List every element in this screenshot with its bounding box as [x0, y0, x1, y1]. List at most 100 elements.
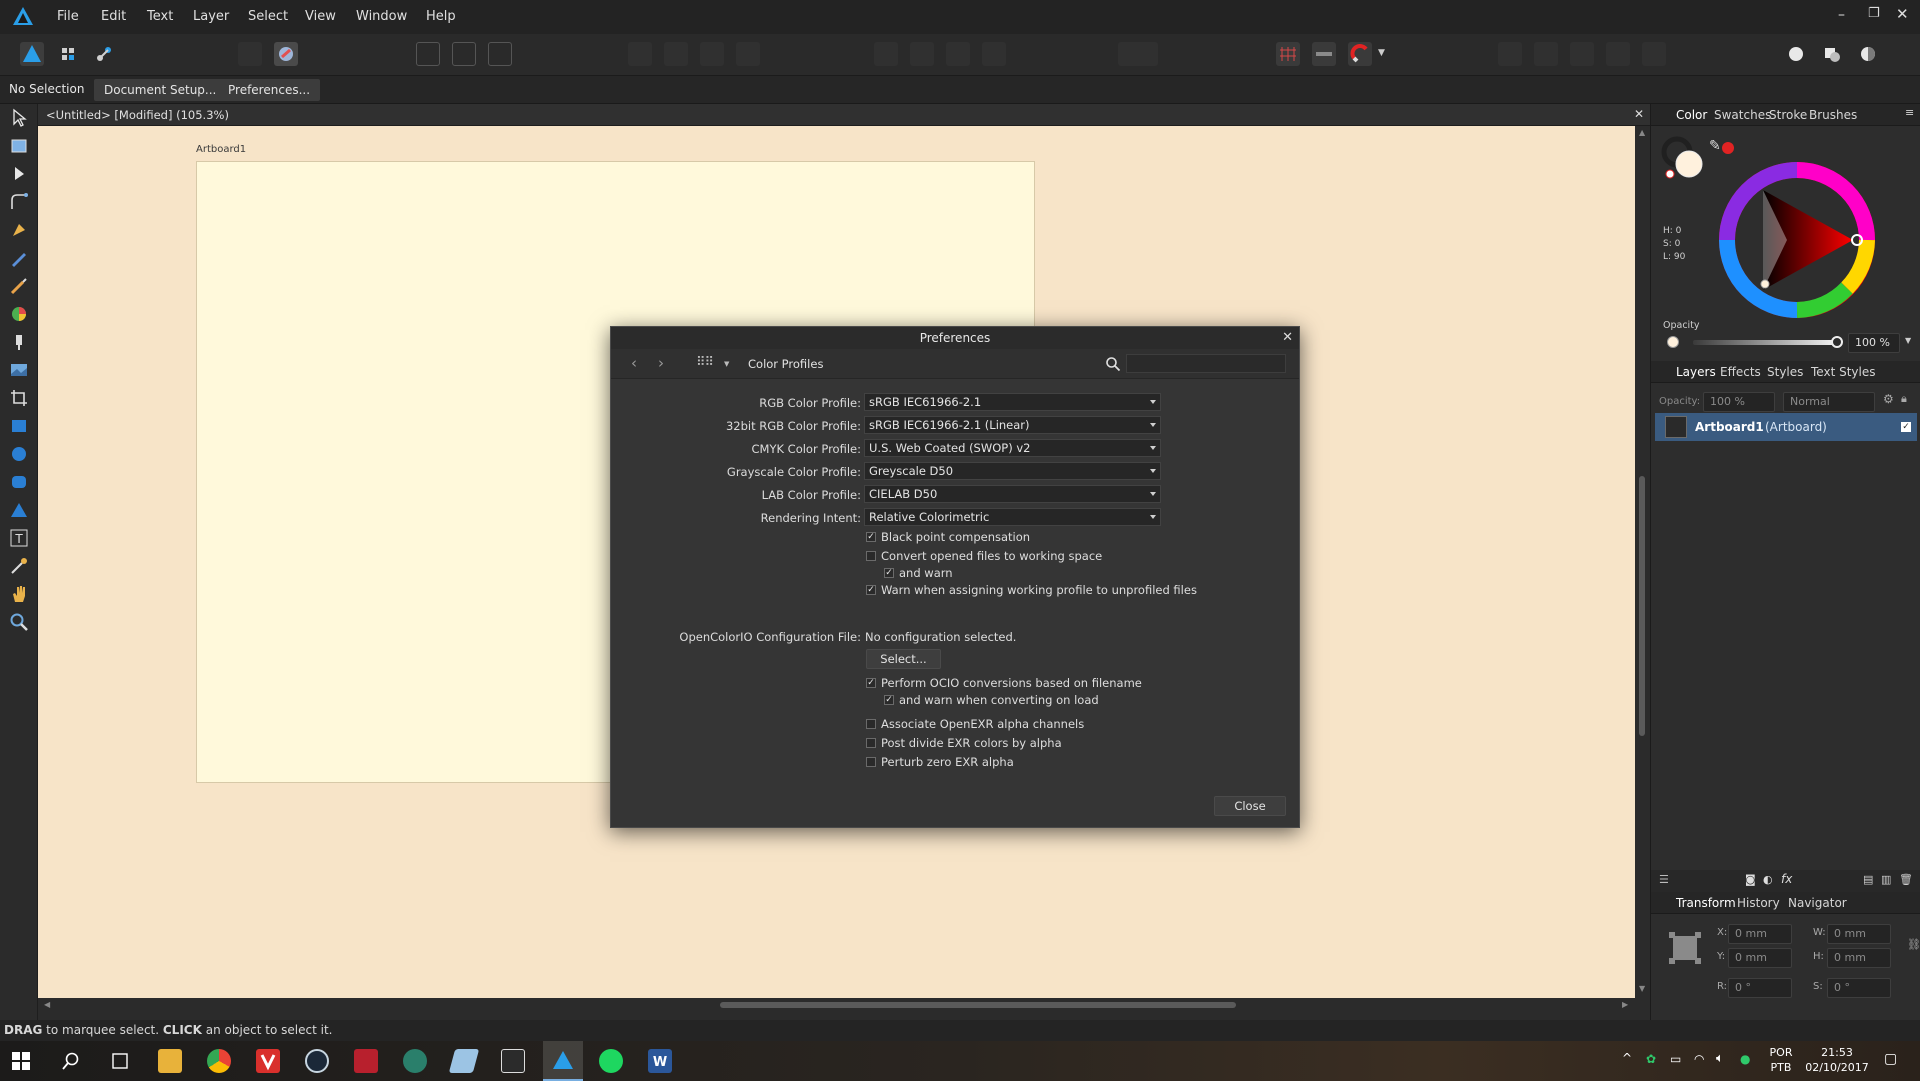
insert-front-icon[interactable] [1856, 42, 1880, 66]
black-point-checkbox[interactable]: ✓ [866, 532, 876, 542]
pen-tool-icon[interactable] [9, 220, 29, 240]
insert-behind-icon[interactable] [1820, 42, 1844, 66]
delete-layer-icon[interactable]: 🗑︎ [1899, 873, 1913, 886]
link-icon[interactable]: ⛓︎ [1907, 938, 1920, 951]
crop-tool-icon[interactable] [9, 388, 29, 408]
horizontal-scrollbar[interactable]: ◀ ▶ [38, 998, 1650, 1013]
opacity-dropdown-icon[interactable]: ▼ [1905, 336, 1911, 345]
tab-history[interactable]: History [1737, 896, 1780, 910]
file-explorer-icon[interactable] [158, 1049, 182, 1073]
tab-effects[interactable]: Effects [1720, 365, 1761, 379]
clock-date[interactable]: 02/10/2017 [1800, 1061, 1874, 1074]
menu-select[interactable]: Select [248, 9, 288, 24]
pixel-view-icon[interactable] [1312, 42, 1336, 66]
transparency-tool-icon[interactable] [9, 332, 29, 352]
menu-help[interactable]: Help [426, 9, 456, 24]
lock-icon[interactable]: 🔒︎ [1901, 392, 1907, 406]
task-view-icon[interactable] [110, 1052, 130, 1070]
transform-objects-icon[interactable] [488, 42, 512, 66]
volume-icon[interactable]: 🔈︎ [1716, 1051, 1724, 1066]
ellipse-tool-icon[interactable] [9, 444, 29, 464]
menu-view[interactable]: View [305, 9, 336, 24]
menu-file[interactable]: File [57, 9, 79, 24]
post-divide-checkbox[interactable] [866, 738, 876, 748]
battery-icon[interactable]: ▭ [1670, 1052, 1681, 1066]
arrange-back-icon[interactable] [628, 42, 652, 66]
select-all-icon[interactable] [452, 42, 476, 66]
grid-icon[interactable] [1276, 42, 1300, 66]
flip-horizontal-icon[interactable] [874, 42, 898, 66]
rotation-field[interactable]: 0 ° [1728, 978, 1792, 998]
panel-menu-icon[interactable]: ≡ [1905, 106, 1914, 119]
tray-chevron-icon[interactable]: ^ [1622, 1051, 1632, 1065]
rounded-rectangle-tool-icon[interactable] [9, 472, 29, 492]
opacity-slider[interactable] [1693, 340, 1835, 345]
steam-icon[interactable] [305, 1049, 329, 1073]
eyedropper-icon[interactable]: ✎ [1709, 138, 1721, 154]
boolean-intersect-icon[interactable] [1570, 42, 1594, 66]
tab-stroke[interactable]: Stroke [1769, 108, 1807, 122]
node-tool-icon[interactable] [9, 164, 29, 184]
anchor-selector-icon[interactable] [1667, 930, 1703, 966]
and-warn-checkbox[interactable]: ✓ [884, 568, 894, 578]
assistant-icon[interactable] [274, 42, 298, 66]
layer-opacity-field[interactable]: 100 % [1703, 392, 1775, 412]
language-code[interactable]: POR [1766, 1046, 1796, 1059]
vivaldi-icon[interactable] [256, 1049, 280, 1073]
windows-start-icon[interactable] [12, 1052, 30, 1070]
sections-grid-icon[interactable]: ⠿⠿ [696, 355, 714, 370]
mendeley-icon[interactable] [354, 1049, 378, 1073]
associate-exr-checkbox[interactable] [866, 719, 876, 729]
warn-assigning-checkbox[interactable]: ✓ [866, 585, 876, 595]
menu-text[interactable]: Text [147, 9, 173, 24]
triangle-tool-icon[interactable] [9, 500, 29, 520]
close-icon[interactable]: ✕ [1896, 5, 1909, 23]
color-wheel[interactable] [1717, 160, 1877, 320]
sections-dropdown-icon[interactable]: ▼ [724, 360, 729, 368]
taskbar-search-icon[interactable] [62, 1052, 80, 1070]
keyboard-layout[interactable]: PTB [1766, 1061, 1796, 1074]
fx-icon[interactable]: fx [1781, 872, 1792, 886]
move-tool-icon[interactable] [9, 108, 29, 128]
blend-mode-select[interactable]: Normal [1783, 392, 1875, 412]
zoom-tool-icon[interactable] [9, 612, 29, 632]
align-icon[interactable] [1118, 42, 1158, 66]
vector-brush-tool-icon[interactable] [9, 276, 29, 296]
place-image-tool-icon[interactable] [9, 360, 29, 380]
wifi-icon[interactable]: ◠ [1694, 1052, 1704, 1066]
layer-visibility-checkbox[interactable]: ✓ [1901, 422, 1911, 432]
close-button[interactable]: Close [1214, 796, 1286, 816]
artboard-tool-icon[interactable] [9, 136, 29, 156]
preferences-button[interactable]: Preferences... [218, 79, 321, 101]
boolean-add-icon[interactable] [1498, 42, 1522, 66]
opacity-slider-handle[interactable] [1831, 336, 1843, 348]
pencil-tool-icon[interactable] [9, 248, 29, 268]
corner-tool-icon[interactable] [9, 192, 29, 212]
tab-layers[interactable]: Layers [1676, 365, 1716, 379]
back-icon[interactable]: ‹ [631, 354, 637, 372]
calculator-icon[interactable] [501, 1049, 525, 1073]
vertical-scroll-thumb[interactable] [1639, 476, 1645, 736]
warn-converting-checkbox[interactable]: ✓ [884, 695, 894, 705]
rotate-right-icon[interactable] [982, 42, 1006, 66]
share-icon[interactable] [238, 42, 262, 66]
opacity-value-field[interactable]: 100 % [1848, 333, 1900, 353]
flip-vertical-icon[interactable] [910, 42, 934, 66]
dialog-close-icon[interactable]: ✕ [1282, 327, 1293, 349]
mask-icon[interactable]: ◙ [1745, 873, 1756, 886]
minimize-icon[interactable]: – [1838, 7, 1845, 23]
layer-row-artboard1[interactable]: Artboard1 (Artboard) ✓ [1655, 413, 1917, 441]
adjustment-icon[interactable]: ◐ [1763, 873, 1773, 886]
shear-field[interactable]: 0 ° [1827, 978, 1891, 998]
lab-profile-select[interactable]: CIELAB D50 [864, 485, 1161, 503]
tab-swatches[interactable]: Swatches [1714, 108, 1771, 122]
snapping-dropdown-icon[interactable]: ▼ [1378, 48, 1385, 58]
layer-settings-icon[interactable]: ⚙ [1883, 392, 1894, 406]
menu-layer[interactable]: Layer [193, 9, 229, 24]
menu-edit[interactable]: Edit [101, 9, 126, 24]
tab-transform[interactable]: Transform [1676, 896, 1736, 910]
boolean-subtract-icon[interactable] [1534, 42, 1558, 66]
w-field[interactable]: 0 mm [1827, 924, 1891, 944]
tab-navigator[interactable]: Navigator [1788, 896, 1847, 910]
fill-tool-icon[interactable] [9, 304, 29, 324]
